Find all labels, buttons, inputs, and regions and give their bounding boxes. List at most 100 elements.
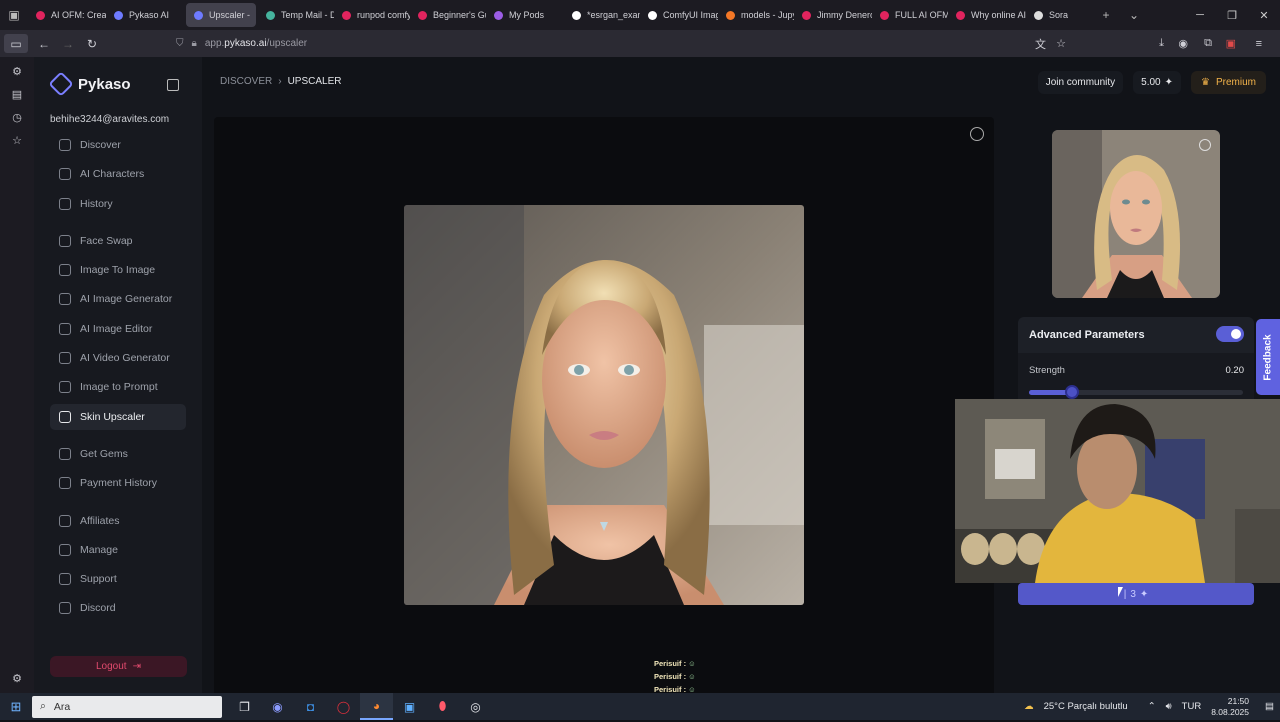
account-icon[interactable]: ◉: [1178, 37, 1188, 50]
restore-icon[interactable]: ❐: [1216, 0, 1248, 30]
crown-icon: ♛: [1201, 77, 1210, 88]
minimize-icon[interactable]: ─: [1184, 0, 1216, 30]
firefox-icon[interactable]: ◕: [360, 693, 393, 720]
reload-icon[interactable]: ↻: [80, 37, 104, 51]
browser-tab[interactable]: Pykaso AI: [106, 0, 184, 30]
sidebar-toggle-icon[interactable]: ▭: [4, 34, 28, 53]
strength-slider-handle[interactable]: [1064, 385, 1079, 399]
browser-tab[interactable]: Temp Mail - D: [258, 0, 334, 30]
browser-tab[interactable]: runpod comfy: [334, 0, 410, 30]
sidebar-item-discord[interactable]: Discord: [50, 595, 186, 621]
obs-icon[interactable]: ◎: [459, 693, 492, 720]
customize-sidebar-icon[interactable]: ⚙︎: [12, 672, 22, 685]
forward-icon[interactable]: →: [56, 37, 80, 51]
sidebar-item-skin-upscaler[interactable]: Skin Upscaler: [50, 403, 186, 430]
tab-label: Pykaso AI: [129, 10, 170, 20]
task-view-icon[interactable]: ❐: [228, 693, 261, 720]
tab-label: My Pods: [509, 10, 545, 20]
breadcrumb: DISCOVER › UPSCALER: [220, 76, 341, 87]
app-window-icon[interactable]: ▣: [393, 693, 426, 720]
sidebar-item-ai-image-editor[interactable]: AI Image Editor: [50, 316, 186, 342]
feedback-tab[interactable]: Feedback: [1256, 319, 1280, 395]
download-icon[interactable]: ⤓: [1159, 37, 1164, 50]
bookmark-star-icon[interactable]: ☆: [1056, 37, 1066, 50]
brand-logo[interactable]: Pykaso: [48, 71, 131, 97]
sidebar-item-ai-video-generator[interactable]: AI Video Generator: [50, 345, 186, 371]
sidebar-item-affiliates[interactable]: Affiliates: [50, 508, 186, 534]
extensions-icon[interactable]: ⧉: [1204, 37, 1212, 50]
logout-button[interactable]: Logout ⇥: [50, 656, 187, 677]
credits-badge[interactable]: 5.00 ✦: [1133, 71, 1182, 94]
browser-tab[interactable]: models - Jupy: [718, 0, 794, 30]
browser-tab[interactable]: Sora: [1026, 0, 1086, 30]
thumbnail-target-icon[interactable]: [1199, 139, 1211, 151]
notifications-icon[interactable]: ▤: [1265, 701, 1274, 712]
sidebar-item-payment-history[interactable]: Payment History: [50, 470, 186, 496]
browser-tab[interactable]: Upscaler -✕: [186, 3, 256, 27]
breadcrumb-discover[interactable]: DISCOVER: [220, 76, 272, 87]
tab-list-icon[interactable]: ▣: [0, 0, 28, 30]
breadcrumb-separator-icon: ›: [278, 76, 282, 87]
sidebar-item-manage[interactable]: Manage: [50, 537, 186, 563]
clock[interactable]: 21:50 8.08.2025: [1211, 696, 1249, 718]
ai-characters-icon: [59, 168, 71, 181]
browser-tab[interactable]: *esrgan_exam: [564, 0, 640, 30]
strength-slider[interactable]: [1029, 385, 1243, 399]
webcam-overlay: [955, 399, 1280, 583]
address-bar[interactable]: ⛉ 🔒︎ app.pykaso.ai/upscaler: [176, 33, 1076, 54]
join-community-button[interactable]: Join community: [1037, 71, 1124, 94]
sidebar-item-discover[interactable]: Discover: [50, 132, 186, 158]
sidebar-item-face-swap[interactable]: Face Swap: [50, 228, 186, 254]
ai-chat-icon[interactable]: ⚙︎: [12, 65, 22, 78]
source-thumbnail[interactable]: [1052, 130, 1220, 298]
new-tab-icon[interactable]: +: [1092, 0, 1120, 30]
chat-line: Perisuif : ☺: [654, 670, 924, 683]
browser-tab[interactable]: AI OFM: Crea: [28, 0, 106, 30]
browser-sidebar-strip: ⚙︎ ▤ ◷ ☆ ⚙︎: [0, 57, 34, 693]
windows-start-icon[interactable]: ⊞: [0, 699, 32, 715]
tray-chevron-icon[interactable]: ⌃: [1148, 701, 1156, 712]
premium-button[interactable]: ♛ Premium: [1191, 71, 1266, 94]
target-icon[interactable]: [970, 127, 984, 141]
sidebar-item-image-to-image[interactable]: Image To Image: [50, 257, 186, 283]
sidebar-item-ai-image-generator[interactable]: AI Image Generator: [50, 286, 186, 312]
bookmarks-icon[interactable]: ☆: [12, 134, 22, 147]
menu-icon[interactable]: ≡: [1256, 38, 1262, 50]
sidebar-item-get-gems[interactable]: Get Gems: [50, 441, 186, 467]
sidebar-item-support[interactable]: Support: [50, 566, 186, 592]
browser-tab[interactable]: Jimmy Denero: [794, 0, 872, 30]
sidebar-item-ai-characters[interactable]: AI Characters: [50, 161, 186, 187]
tab-overflow-icon[interactable]: ⌄: [1120, 0, 1148, 30]
volume-icon[interactable]: 🔊︎: [1166, 701, 1172, 712]
outlook-icon[interactable]: ◘: [294, 693, 327, 720]
ai-image-editor-icon: [59, 322, 71, 335]
tab-label: FULL AI OFM: [895, 10, 948, 20]
discord-icon[interactable]: ◉: [261, 693, 294, 720]
system-tray: ☁ 25°C Parçalı bulutlu ⌃ 🔊︎ TUR 21:50 8.…: [1024, 693, 1274, 720]
upscale-button[interactable]: | 3 ✦: [1018, 583, 1254, 605]
shield-icon[interactable]: ⛉: [176, 38, 184, 49]
sidebar-item-history[interactable]: History: [50, 191, 186, 217]
close-window-icon[interactable]: ✕: [1248, 0, 1280, 30]
weather-text[interactable]: 25°C Parçalı bulutlu: [1044, 701, 1128, 712]
maps-icon[interactable]: ⬮: [426, 693, 459, 720]
collapse-sidebar-icon[interactable]: [167, 79, 179, 91]
browser-tab[interactable]: Why online AI: [948, 0, 1026, 30]
opera-icon[interactable]: ◯: [327, 693, 360, 720]
sidebar-menu: Discover AI Characters History Face Swap Ima…: [50, 132, 186, 625]
browser-tab[interactable]: FULL AI OFM: [872, 0, 948, 30]
synced-tabs-icon[interactable]: ▤: [12, 88, 22, 101]
sidebar-item-label: Image To Image: [80, 264, 156, 277]
advanced-parameters-toggle[interactable]: [1216, 326, 1244, 342]
browser-tab[interactable]: Beginner's Gu: [410, 0, 486, 30]
sidebar-item-image-to-prompt[interactable]: Image to Prompt: [50, 374, 186, 400]
history-icon[interactable]: ◷: [12, 111, 22, 124]
back-icon[interactable]: ←: [32, 37, 56, 51]
translate-icon[interactable]: 文: [1035, 36, 1046, 52]
extension-badge-icon[interactable]: ▣: [1226, 37, 1236, 50]
main-content: DISCOVER › UPSCALER Join community 5.00 …: [202, 57, 1280, 720]
taskbar-search[interactable]: ⌕ Ara: [32, 695, 222, 718]
language-indicator[interactable]: TUR: [1182, 701, 1202, 712]
browser-tab[interactable]: My Pods: [486, 0, 564, 30]
browser-tab[interactable]: ComfyUI Imag: [640, 0, 718, 30]
